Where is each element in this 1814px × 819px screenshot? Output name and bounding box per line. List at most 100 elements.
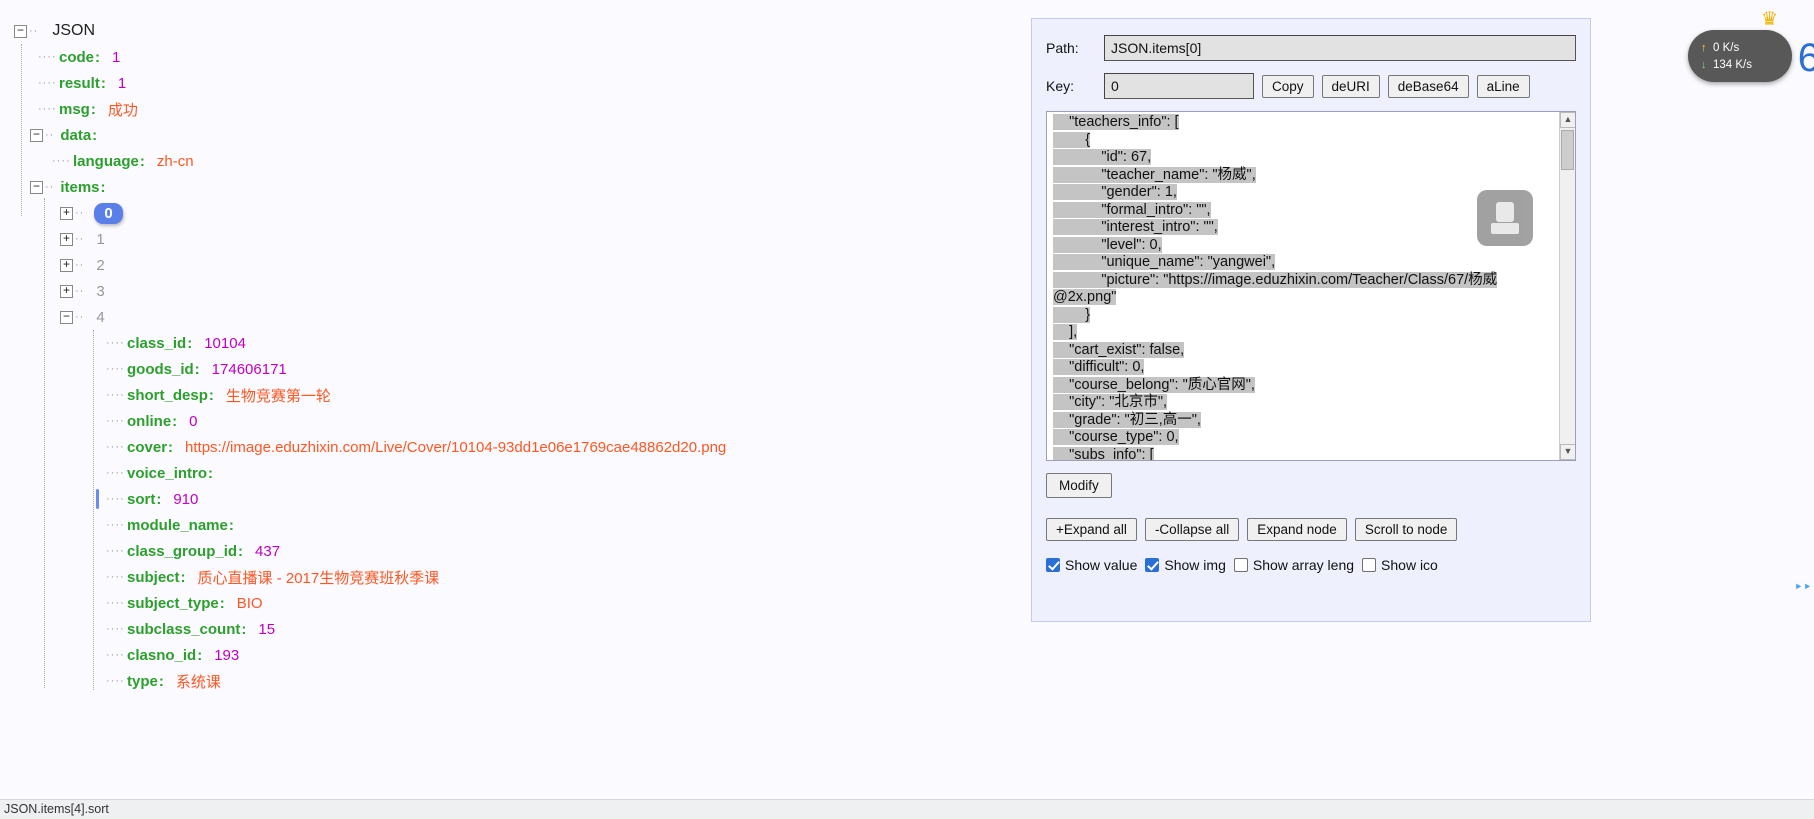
crown-icon: ♛: [1760, 9, 1778, 30]
field-key: subject_type: [127, 594, 219, 612]
expand-icon[interactable]: +: [60, 206, 73, 220]
field-value: 1: [117, 74, 127, 92]
checkbox-show-img[interactable]: Show img: [1145, 557, 1226, 573]
tree-node-root[interactable]: − ·· JSON: [8, 18, 1030, 44]
tree-node-clasno_id[interactable]: ···· clasno_id:193: [8, 642, 1030, 668]
tree-dots: ··: [75, 259, 85, 271]
collapse-icon[interactable]: −: [60, 310, 73, 324]
tree-item-index-3[interactable]: + ·· 3: [8, 278, 1030, 304]
copy-button[interactable]: Copy: [1262, 74, 1314, 98]
field-key: code: [59, 48, 95, 66]
path-input[interactable]: JSON.items[0]: [1104, 35, 1576, 61]
key-input[interactable]: 0: [1104, 73, 1254, 99]
tree-node-short_desp[interactable]: ···· short_desp: 生物竞赛第一轮: [8, 382, 1030, 408]
tree-node-goods_id[interactable]: ···· goods_id:174606171: [8, 356, 1030, 382]
tree-node-class_id[interactable]: ···· class_id:10104: [8, 330, 1030, 356]
checkbox-show-ico[interactable]: Show ico: [1362, 557, 1438, 573]
checkbox-label: Show value: [1065, 557, 1138, 573]
aline-button[interactable]: aLine: [1476, 74, 1530, 98]
scroll-to-node-button[interactable]: Scroll to node: [1354, 518, 1458, 541]
field-value: 0: [189, 412, 198, 430]
tree-node-online[interactable]: ···· online:0: [8, 408, 1030, 434]
collapse-icon[interactable]: −: [30, 128, 43, 142]
field-colon: :: [95, 48, 101, 66]
tree-node-subclass_count[interactable]: ···· subclass_count:15: [8, 616, 1030, 642]
field-value: https://image.eduzhixin.com/Live/Cover/1…: [185, 438, 727, 456]
checkbox-icon[interactable]: [1233, 558, 1248, 572]
field-colon: :: [197, 646, 203, 664]
tree-leaf-dash: ····: [106, 493, 125, 505]
tree-dots: ··: [45, 181, 55, 193]
deuri-button[interactable]: deURI: [1321, 74, 1380, 98]
tree-node-subject_type[interactable]: ···· subject_type: BIO: [8, 590, 1030, 616]
status-bar: JSON.items[4].sort: [0, 799, 1814, 819]
tree-node-module_name[interactable]: ···· module_name:: [8, 512, 1030, 538]
field-key: voice_intro: [127, 464, 208, 482]
tree-node-cover[interactable]: ···· cover: https://image.eduzhixin.com/Li…: [8, 434, 1030, 460]
checkbox-icon[interactable]: [1145, 558, 1160, 572]
expand-icon[interactable]: +: [60, 284, 73, 298]
field-colon: :: [208, 464, 214, 482]
tree-node-result[interactable]: ···· result : 1: [8, 70, 1030, 96]
tree-item-4-fields: ···· class_id:10104 ···· goods_id:174606171…: [8, 330, 1030, 694]
key-label: Key:: [1046, 78, 1075, 94]
collapse-icon[interactable]: −: [14, 24, 27, 38]
scroll-up-icon[interactable]: ▲: [1560, 112, 1575, 128]
upload-speed-value: 0 K/s: [1713, 41, 1740, 54]
tree-item-index-2[interactable]: + ·· 2: [8, 252, 1030, 278]
field-value: 成功: [107, 101, 138, 119]
scroll-down-icon[interactable]: ▼: [1560, 444, 1575, 460]
field-key: module_name: [127, 516, 228, 534]
collapse-all-button[interactable]: -Collapse all: [1144, 518, 1240, 541]
field-colon: :: [219, 594, 225, 612]
checkbox-show-value[interactable]: Show value: [1046, 557, 1137, 573]
field-key: sort: [127, 490, 156, 508]
tree-node-class_group_id[interactable]: ···· class_group_id:437: [8, 538, 1030, 564]
tree-dots: ··: [29, 25, 39, 37]
field-colon: :: [90, 100, 96, 118]
collapse-icon[interactable]: −: [30, 180, 43, 194]
json-text-scrollbar[interactable]: ▲ ▼: [1559, 112, 1575, 460]
action-buttons-row: +Expand all -Collapse all Expand node Sc…: [1032, 518, 1590, 541]
tree-item-index-4[interactable]: − ·· 4: [8, 304, 1030, 330]
field-value: 174606171: [211, 360, 287, 378]
tree-node-code[interactable]: ···· code : 1: [8, 44, 1030, 70]
tree-node-voice_intro[interactable]: ···· voice_intro:: [8, 460, 1030, 486]
field-value: 1: [112, 48, 121, 66]
key-row: Key: 0 Copy deURI deBase64 aLine: [1032, 73, 1590, 99]
field-colon: :: [100, 178, 106, 196]
expand-icon[interactable]: +: [60, 232, 73, 246]
expand-icon[interactable]: +: [60, 258, 73, 272]
checkbox-icon[interactable]: [1362, 558, 1377, 572]
tree-node-language[interactable]: ···· language : zh-cn: [8, 148, 1030, 174]
tree-index-label: 4: [96, 308, 105, 326]
tree-node-subject[interactable]: ···· subject: 质心直播课 - 2017生物竞赛班秋季课: [8, 564, 1030, 590]
tree-item-index-0[interactable]: + ·· 0: [8, 200, 1030, 226]
expand-node-button[interactable]: Expand node: [1247, 518, 1347, 541]
field-colon: :: [208, 386, 214, 404]
debase64-button[interactable]: deBase64: [1387, 74, 1469, 98]
modify-button[interactable]: Modify: [1046, 473, 1112, 498]
tree-node-sort[interactable]: ···· sort:910: [8, 486, 1030, 512]
tree-leaf-dash: ····: [38, 51, 57, 63]
field-value: 15: [258, 620, 276, 638]
arrow-up-icon: ↑: [1701, 41, 1707, 54]
checkbox-icon[interactable]: [1046, 558, 1060, 572]
tree-node-items[interactable]: − ·· items :: [8, 174, 1030, 200]
tree-node-msg[interactable]: ···· msg : 成功: [8, 96, 1030, 122]
field-key: clasno_id: [127, 646, 197, 664]
edge-handle-icon[interactable]: ‣‣: [1794, 578, 1812, 596]
expand-all-button[interactable]: +Expand all: [1046, 518, 1137, 541]
tree-index-label: 1: [96, 230, 105, 248]
json-tree-panel[interactable]: − ·· JSON ···· code : 1 ···· result : 1 …: [0, 0, 1030, 800]
checkbox-show-array-leng[interactable]: Show array leng: [1233, 557, 1354, 573]
network-speed-widget[interactable]: ↑ 0 K/s ↓ 134 K/s: [1688, 30, 1792, 82]
json-text-area[interactable]: "teachers_info": [ { "id": 67, "teacher_…: [1046, 111, 1576, 461]
tree-item-index-1[interactable]: + ·· 1: [8, 226, 1030, 252]
scrollbar-thumb[interactable]: [1561, 130, 1574, 170]
tree-node-data[interactable]: − ·· data :: [8, 122, 1030, 148]
text-caret: [96, 489, 99, 509]
modify-row: Modify: [1032, 473, 1590, 498]
tree-node-type[interactable]: ···· type: 系统课: [8, 668, 1030, 694]
field-colon: :: [168, 438, 174, 456]
